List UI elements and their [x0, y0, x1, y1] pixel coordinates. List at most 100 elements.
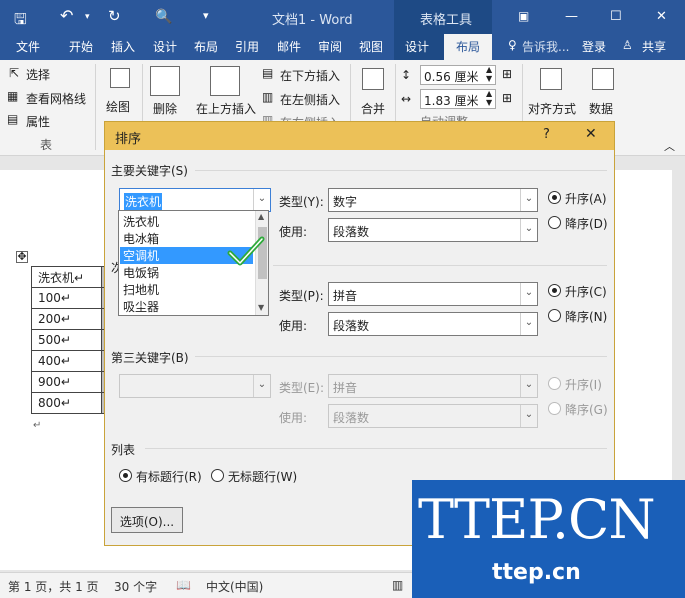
distribute-cols-icon[interactable]: ⊞: [502, 91, 512, 105]
table-cell[interactable]: 900↵: [31, 371, 102, 393]
tab-design[interactable]: 设计: [153, 38, 177, 55]
primary-key-value: 洗衣机: [124, 193, 163, 210]
col-width-input[interactable]: 1.83 厘米: [424, 92, 479, 109]
share-button[interactable]: 共享: [642, 38, 666, 55]
tab-mailings[interactable]: 邮件: [277, 38, 301, 55]
type-combo[interactable]: 数字 ⌄: [328, 188, 538, 212]
redo-icon[interactable]: ↻: [108, 7, 121, 25]
third-key-combo[interactable]: ⌄: [119, 374, 271, 398]
merge-button[interactable]: 合并: [361, 100, 385, 117]
customize-qat-icon[interactable]: ▾: [203, 9, 209, 22]
descending-radio-third[interactable]: [548, 402, 561, 415]
page-count[interactable]: 第 1 页，共 1 页: [8, 578, 99, 595]
no-header-radio[interactable]: [211, 469, 224, 482]
has-header-label[interactable]: 有标题行(R): [136, 468, 202, 485]
options-button[interactable]: 选项(O)...: [111, 507, 183, 533]
insert-above-button[interactable]: 在上方插入: [196, 100, 256, 117]
scroll-up-icon[interactable]: ▲: [258, 212, 264, 221]
tab-table-design[interactable]: 设计: [405, 38, 429, 55]
save-icon[interactable]: 🖫: [14, 9, 27, 34]
word-count[interactable]: 30 个字: [114, 578, 157, 595]
delete-button[interactable]: 删除: [153, 100, 177, 117]
chevron-down-icon: ⌄: [520, 375, 537, 397]
ascending-label-third[interactable]: 升序(I): [565, 376, 602, 393]
no-header-label[interactable]: 无标题行(W): [228, 468, 297, 485]
alignment-button[interactable]: 对齐方式: [528, 100, 576, 117]
table-cell[interactable]: 500↵: [31, 329, 102, 351]
undo-icon[interactable]: ↶: [60, 6, 73, 25]
insert-below-button[interactable]: 在下方插入: [280, 67, 340, 84]
tab-table-layout[interactable]: 布局: [444, 34, 492, 60]
draw-button[interactable]: 绘图: [106, 98, 130, 115]
chevron-down-icon[interactable]: ⌄: [520, 283, 537, 305]
has-header-radio[interactable]: [119, 469, 132, 482]
ascending-radio-secondary[interactable]: [548, 284, 561, 297]
sign-in-link[interactable]: 登录: [582, 38, 606, 55]
descending-radio-primary[interactable]: [548, 216, 561, 229]
ribbon-options-icon[interactable]: ▣: [518, 9, 529, 23]
language-indicator[interactable]: 中文(中国): [206, 578, 263, 595]
third-use-combo[interactable]: 段落数 ⌄: [328, 404, 538, 428]
secondary-type-combo[interactable]: 拼音 ⌄: [328, 282, 538, 306]
table-move-handle-icon[interactable]: ✥: [16, 251, 28, 263]
ascending-label-secondary[interactable]: 升序(C): [565, 283, 607, 300]
tab-insert[interactable]: 插入: [111, 38, 135, 55]
chevron-down-icon[interactable]: ⌄: [520, 189, 537, 211]
table-cell[interactable]: 200↵: [31, 308, 102, 330]
descending-radio-secondary[interactable]: [548, 309, 561, 322]
descending-label-third[interactable]: 降序(G): [565, 401, 608, 418]
table-cell[interactable]: 400↵: [31, 350, 102, 372]
ascending-radio-primary[interactable]: [548, 191, 561, 204]
scroll-down-icon[interactable]: ▼: [258, 303, 264, 312]
insert-left-button[interactable]: 在左侧插入: [280, 91, 340, 108]
tab-file[interactable]: 文件: [16, 38, 40, 55]
dialog-close-button[interactable]: ✕: [585, 126, 597, 142]
list-item[interactable]: 吸尘器: [120, 298, 253, 315]
col-width-spinner[interactable]: ▲ ▼: [486, 89, 492, 107]
close-window-icon[interactable]: ✕: [656, 9, 667, 24]
print-preview-icon[interactable]: 🔍: [155, 9, 172, 25]
chevron-down-icon[interactable]: ⌄: [520, 313, 537, 335]
tab-view[interactable]: 视图: [359, 38, 383, 55]
proofing-icon[interactable]: 📖: [176, 578, 191, 592]
secondary-use-combo[interactable]: 段落数 ⌄: [328, 312, 538, 336]
row-height-input[interactable]: 0.56 厘米: [424, 68, 479, 85]
read-mode-icon[interactable]: ▥: [392, 578, 403, 592]
maximize-icon[interactable]: ☐: [610, 9, 622, 24]
col-width-icon: ↔: [401, 92, 412, 106]
view-gridlines-button[interactable]: 查看网格线: [26, 90, 86, 107]
minimize-icon[interactable]: —: [565, 9, 578, 24]
dialog-title-bar: 排序 ? ✕: [105, 122, 614, 150]
third-type-value: 拼音: [333, 381, 358, 395]
watermark-logo: TTEP.CN ttep.cn: [412, 480, 685, 598]
descending-label-primary[interactable]: 降序(D): [565, 215, 608, 232]
chevron-down-icon[interactable]: ⌄: [253, 189, 270, 211]
use-combo[interactable]: 段落数 ⌄: [328, 218, 538, 242]
select-button[interactable]: 选择: [26, 66, 50, 83]
tab-review[interactable]: 审阅: [318, 38, 342, 55]
tab-home[interactable]: 开始: [69, 38, 93, 55]
properties-button[interactable]: 属性: [26, 113, 50, 130]
help-button[interactable]: ?: [543, 127, 550, 142]
distribute-rows-icon[interactable]: ⊞: [502, 67, 512, 81]
row-height-spinner[interactable]: ▲ ▼: [486, 65, 492, 83]
table-cell[interactable]: 洗衣机↵: [31, 266, 102, 288]
third-key-label: 第三关键字(B): [111, 351, 189, 365]
tab-references[interactable]: 引用: [235, 38, 259, 55]
tab-layout[interactable]: 布局: [194, 38, 218, 55]
undo-dropdown-icon[interactable]: ▾: [85, 12, 90, 22]
secondary-type-value: 拼音: [333, 289, 358, 303]
descending-label-secondary[interactable]: 降序(N): [565, 308, 607, 325]
tell-me-box[interactable]: 告诉我...: [522, 38, 569, 55]
ascending-radio-third[interactable]: [548, 377, 561, 390]
chevron-down-icon[interactable]: ⌄: [520, 219, 537, 241]
ascending-label-primary[interactable]: 升序(A): [565, 190, 607, 207]
primary-key-combo[interactable]: 洗衣机 ⌄: [119, 188, 271, 212]
list-item[interactable]: 洗衣机: [120, 213, 253, 230]
list-item[interactable]: 扫地机: [120, 281, 253, 298]
table-cell[interactable]: 100↵: [31, 287, 102, 309]
table-cell[interactable]: 800↵: [31, 392, 102, 414]
data-button[interactable]: 数据: [589, 100, 613, 117]
third-type-combo[interactable]: 拼音 ⌄: [328, 374, 538, 398]
collapse-ribbon-icon[interactable]: ︿: [664, 138, 675, 154]
